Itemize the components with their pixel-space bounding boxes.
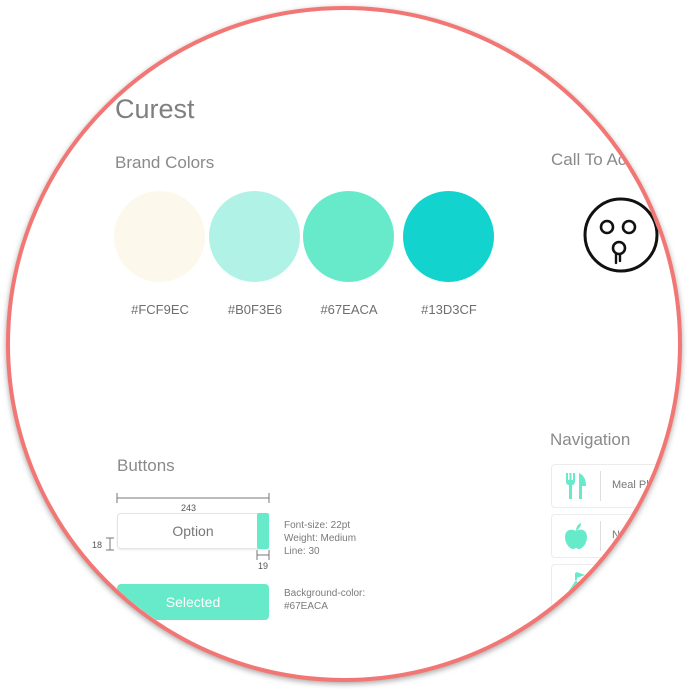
spec-line: Line: 30 [284,546,320,557]
spec-font-size: Font-size: 22pt [284,520,351,531]
brand-colors-heading: Brand Colors [115,153,215,172]
tab-width-dimension-line [256,550,270,560]
spec-background-label: Background-color: [284,588,366,599]
swatch-fcf9ec [114,191,205,282]
option-spec-notes: Font-size: 22pt Weight: Medium Line: 30 [284,519,356,558]
height-dimension-line [106,537,114,551]
nav-item-meal-plan[interactable]: Meal Plan [551,464,678,508]
swatch-label-fcf9ec: #FCF9EC [131,302,189,317]
width-dimension-label: 243 [181,503,197,513]
magnifier-lens: Curest Brand Colors #FCF9EC #B0F3E6 #67E… [6,6,682,682]
apple-icon [552,515,600,557]
nav-item-goals[interactable] [551,564,678,608]
selected-button[interactable]: Selected [117,584,269,620]
nav-item-label: Meal Plan [612,479,661,491]
spec-weight: Weight: Medium [284,533,357,544]
page-title: Curest [115,94,195,124]
option-button[interactable]: Option [117,513,269,549]
swatch-b0f3e6 [209,191,300,282]
height-dimension-label: 18 [92,540,103,550]
navigation-heading: Navigation [550,430,631,449]
option-button-accent-tab [257,513,269,549]
tab-width-dimension-label: 19 [258,561,269,571]
swatch-label-b0f3e6: #B0F3E6 [227,302,283,317]
mountain-flag-icon [552,565,600,607]
swatch-67eaca [303,191,394,282]
buttons-heading: Buttons [117,456,175,475]
selected-spec-notes: Background-color: #67EACA [284,587,365,613]
spec-background-value: #67EACA [284,601,328,612]
sick-face-icon [583,197,659,273]
nav-item-nutrition[interactable]: Nutr [551,514,678,558]
swatch-label-13d3cf: #13D3CF [421,302,477,317]
call-to-action-heading: Call To Ac [551,150,627,169]
nav-item-label: Nutr [612,529,633,541]
swatch-label-67eaca: #67EACA [320,302,378,317]
swatch-13d3cf [403,191,494,282]
fork-knife-icon [552,465,600,507]
